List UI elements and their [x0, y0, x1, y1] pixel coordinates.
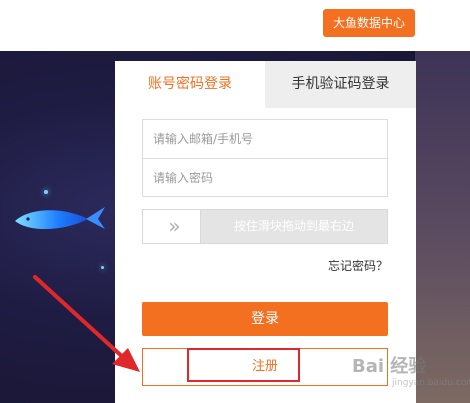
watermark-text: Bai 经验 [352, 356, 427, 377]
annotation-arrow-icon [33, 275, 140, 372]
watermark-url: jingyan.baidu.com [392, 378, 470, 388]
